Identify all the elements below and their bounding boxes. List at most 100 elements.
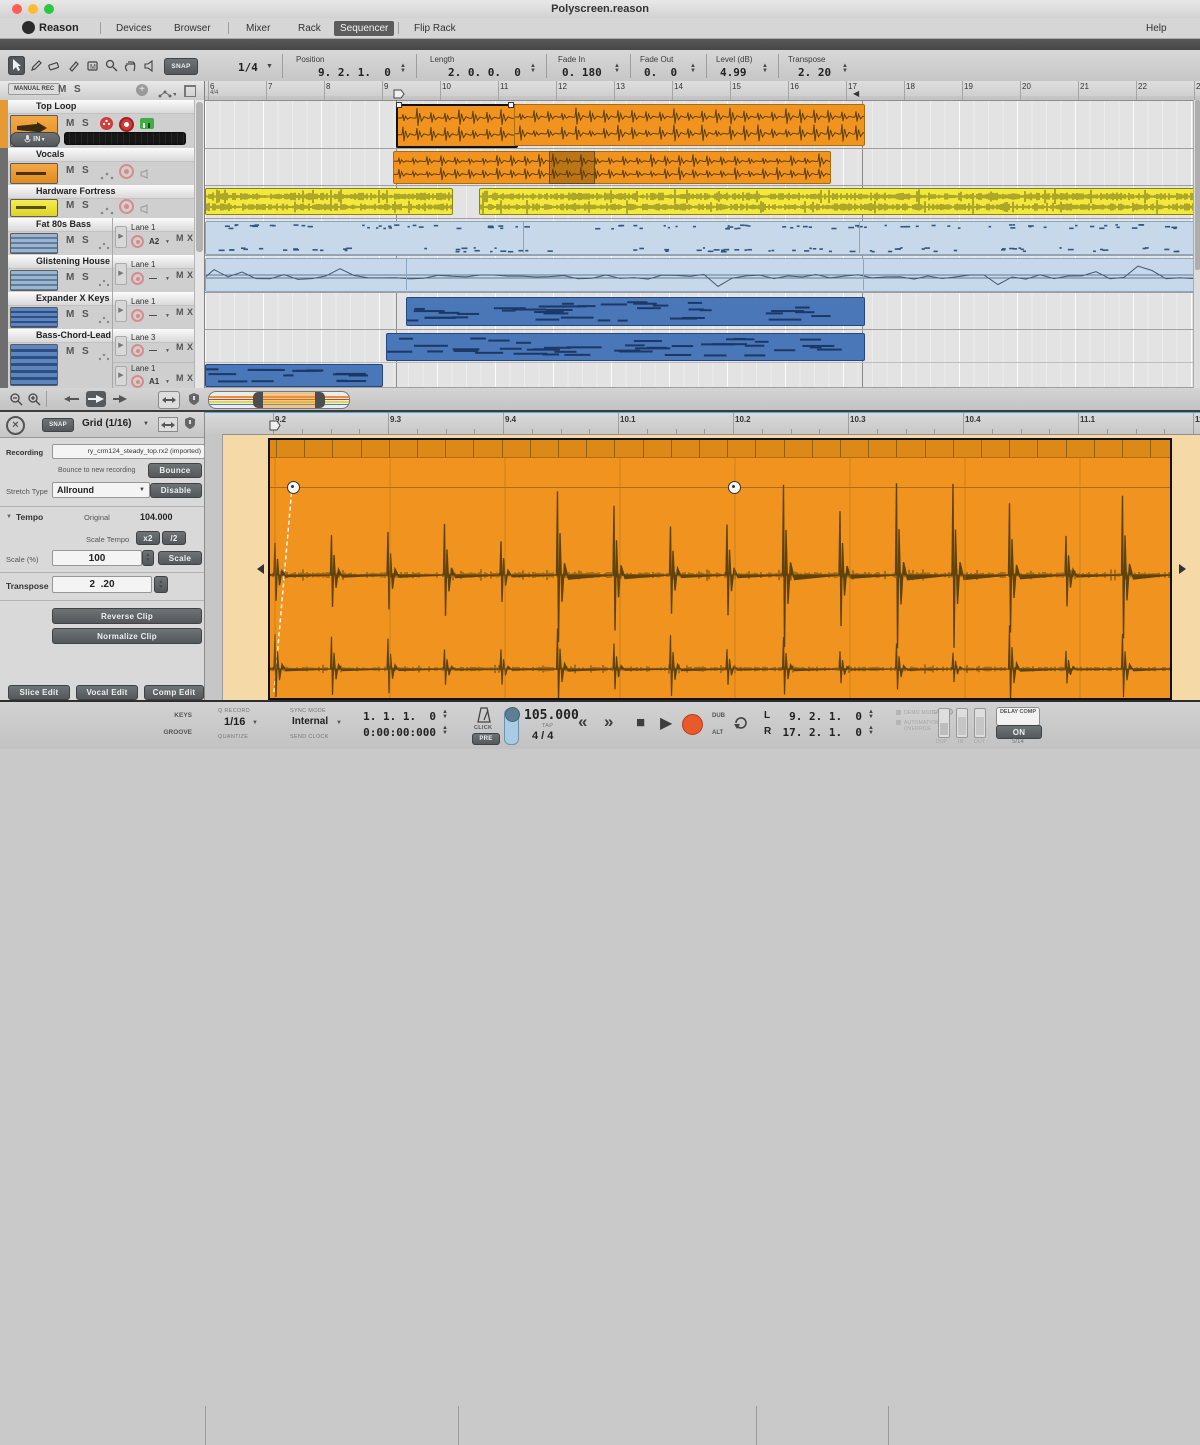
lane-mute-button[interactable]: M	[176, 270, 184, 280]
menu-item-sequencer[interactable]: Sequencer	[334, 21, 395, 36]
mute-tool[interactable]: M	[84, 56, 101, 75]
track-solo-button[interactable]: S	[82, 235, 89, 246]
stop-button[interactable]: ■	[636, 714, 645, 731]
loop-left-stepper[interactable]: ▲ ▼	[868, 709, 874, 720]
waveform-display[interactable]	[270, 457, 1170, 698]
chevron-down-icon[interactable]: ▼	[165, 379, 170, 385]
track-solo-button[interactable]: S	[82, 346, 89, 357]
track-mute-button[interactable]: M	[66, 235, 74, 246]
fade-out-value[interactable]: 0. 0	[644, 66, 677, 79]
midi-clip[interactable]	[205, 364, 383, 387]
audio-clip[interactable]	[479, 188, 1200, 215]
fade-handle[interactable]	[508, 102, 514, 108]
lane-mute-button[interactable]: M	[176, 342, 184, 352]
track-name[interactable]: Hardware Fortress	[8, 185, 194, 199]
monitor-icon[interactable]	[140, 166, 151, 184]
h-zoom-fit-button[interactable]	[158, 417, 178, 432]
audio-clip[interactable]	[514, 104, 865, 146]
clip-lanes[interactable]	[205, 100, 1200, 388]
fast-forward-button[interactable]: »	[604, 712, 613, 732]
loop-left-value[interactable]: 9. 2. 1. 0	[778, 710, 862, 723]
chevron-down-icon[interactable]: ▼	[139, 487, 145, 493]
position-bars-stepper[interactable]: ▲ ▼	[442, 709, 448, 720]
vocal-edit-button[interactable]: Vocal Edit	[76, 685, 138, 700]
position-stepper[interactable]: ▲ ▼	[400, 63, 406, 74]
lane-delete-button[interactable]: X	[187, 342, 193, 352]
track-device-thumbnail[interactable]	[10, 163, 58, 184]
click-level-slider[interactable]	[504, 707, 520, 745]
arrange-scrollbar[interactable]	[1193, 100, 1200, 388]
keys-panel-button[interactable]: KEYS	[148, 712, 192, 719]
level-stepper[interactable]: ▲ ▼	[762, 63, 768, 74]
bar-ruler[interactable]: 67891011121314151617181920212223	[205, 81, 1200, 101]
track-row[interactable]: Top Loop M S IN ▼	[8, 100, 194, 149]
reverse-clip-button[interactable]: Reverse Clip	[52, 608, 202, 624]
length-value[interactable]: 2. 0. 0. 0	[448, 66, 521, 79]
quantize-value[interactable]: 1/16	[224, 716, 245, 728]
midi-clip[interactable]	[386, 333, 865, 361]
audio-clip[interactable]	[205, 188, 453, 215]
song-position-time[interactable]: 0:00:00:000	[352, 726, 436, 739]
editor-snap-toggle[interactable]: SNAP	[42, 418, 74, 432]
lane-expand-button[interactable]: ▶	[115, 336, 127, 356]
h-zoom-fit-button[interactable]	[158, 391, 180, 409]
send-clock-label[interactable]: SEND CLOCK	[290, 734, 329, 740]
lane-record-button[interactable]	[131, 235, 144, 248]
tempo-value[interactable]: 105.000	[524, 708, 579, 723]
transpose-stepper[interactable]: ▲ ▼	[842, 63, 848, 74]
track-device-thumbnail[interactable]	[10, 307, 58, 328]
record-enable-icon[interactable]	[119, 199, 134, 214]
automation-icon[interactable]	[98, 311, 110, 329]
track-mute-button[interactable]: M	[66, 272, 74, 283]
chevron-down-icon[interactable]: ▼	[336, 720, 342, 726]
zoom-in-button[interactable]	[24, 391, 44, 407]
tempo-x2-button[interactable]: x2	[136, 531, 160, 545]
lane-record-button[interactable]	[131, 375, 144, 388]
transpose-value[interactable]: 2 .20	[89, 579, 114, 590]
dub-button[interactable]: DUB	[712, 713, 725, 719]
automation-icon[interactable]	[98, 237, 110, 255]
audio-clip-editor-body[interactable]	[268, 438, 1172, 700]
manual-rec-button[interactable]: MANUAL REC	[8, 83, 61, 95]
fade-in-handle[interactable]	[287, 481, 300, 494]
lane-mute-button[interactable]: M	[176, 233, 184, 243]
lane-expand-button[interactable]: ▶	[115, 263, 127, 285]
slider-knob[interactable]	[504, 707, 520, 722]
razor-tool[interactable]	[65, 56, 82, 75]
collapse-arrow-icon[interactable]: ▼	[6, 514, 12, 520]
fade-in-value[interactable]: 0. 180	[562, 66, 602, 79]
midi-clip[interactable]	[205, 221, 1200, 255]
global-mute-button[interactable]: M	[58, 84, 66, 95]
position-time-stepper[interactable]: ▲ ▼	[442, 725, 448, 736]
song-position-bars[interactable]: 1. 1. 1. 0	[352, 710, 436, 723]
monitor-icon[interactable]	[140, 201, 151, 219]
lane-delete-button[interactable]: X	[187, 307, 193, 317]
record-automation-icon[interactable]	[100, 117, 113, 130]
lane-port-value[interactable]: A1	[149, 377, 159, 386]
track-solo-button[interactable]: S	[82, 165, 89, 176]
lane-port-value[interactable]: —	[149, 346, 157, 355]
zoom-out-button[interactable]	[6, 391, 26, 407]
lane-mute-button[interactable]: M	[176, 373, 184, 383]
lane-delete-button[interactable]: X	[187, 270, 193, 280]
end-marker-icon[interactable]: ◀	[853, 89, 859, 98]
chevron-down-icon[interactable]: ▼	[165, 239, 170, 245]
add-track-button[interactable]: +	[136, 84, 148, 96]
tap-label[interactable]: TAP	[542, 723, 553, 729]
arrow-left-tool[interactable]	[62, 391, 82, 407]
normalize-clip-button[interactable]: Normalize Clip	[52, 628, 202, 644]
lane-port-value[interactable]: —	[149, 274, 157, 283]
track-row[interactable]: Bass-Chord-Lead M S ▶ Lane 3 — ▼ M X ▶ L…	[8, 329, 195, 389]
transpose-stepper[interactable]: ▲ ▼	[154, 576, 168, 593]
grid-view-icon[interactable]	[184, 85, 196, 97]
menu-item-help[interactable]: Help	[1140, 21, 1173, 36]
rewind-button[interactable]: «	[578, 712, 587, 732]
sync-value[interactable]: Internal	[292, 716, 328, 727]
beat-ruler[interactable]: 9.29.39.410.110.210.310.411.111.2	[205, 412, 1200, 435]
audio-input-selector[interactable]: IN ▼	[10, 132, 60, 147]
midi-clip[interactable]	[406, 297, 865, 326]
snap-toggle[interactable]: SNAP	[164, 58, 198, 75]
lane-expand-button[interactable]: ▶	[115, 300, 127, 322]
menu-item-devices[interactable]: Devices	[110, 21, 158, 36]
scale-stepper[interactable]: ▲ ▼	[142, 550, 154, 566]
